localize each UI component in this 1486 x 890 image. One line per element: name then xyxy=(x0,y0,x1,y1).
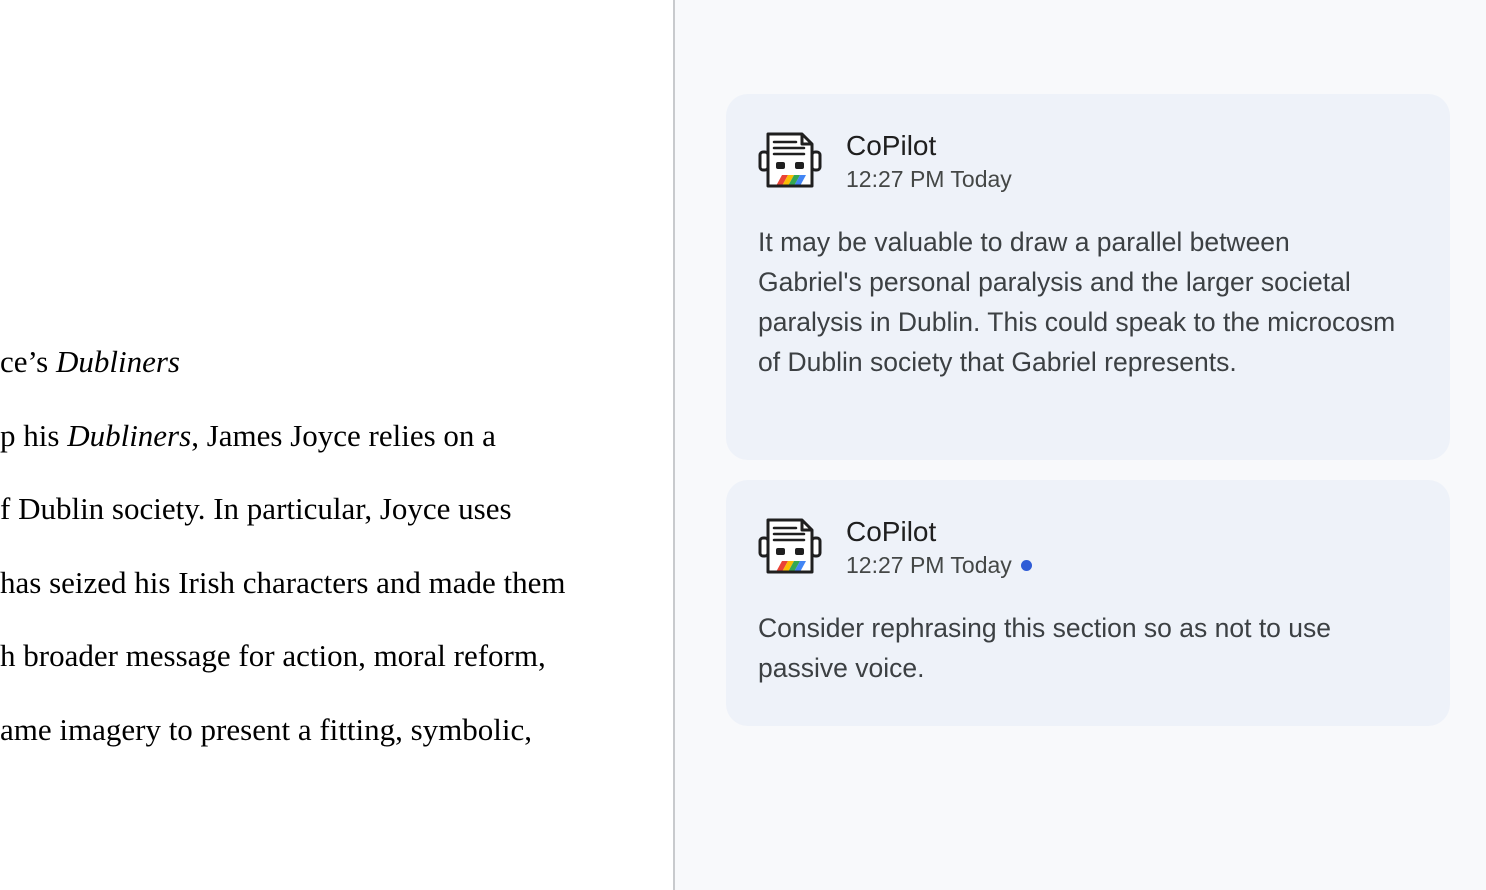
comment-body: Consider rephrasing this section so as n… xyxy=(758,613,1332,683)
document-text: , James Joyce relies on a xyxy=(191,418,496,453)
document-line[interactable]: p his Dubliners, James Joyce relies on a xyxy=(0,420,496,451)
document-line[interactable]: h broader message for action, moral refo… xyxy=(0,640,546,671)
comment-card[interactable]: CoPilot 12:27 PM Today Consider rephrasi… xyxy=(726,480,1450,726)
comment-timestamp: 12:27 PM Today xyxy=(846,554,1032,577)
document-text: has seized his Irish characters and made… xyxy=(0,565,566,600)
robot-document-icon xyxy=(758,518,822,574)
comment-time: 12:27 PM Today xyxy=(846,166,1012,192)
document-text: h broader message for action, moral refo… xyxy=(0,638,546,673)
document-line[interactable]: f Dublin society. In particular, Joyce u… xyxy=(0,493,512,524)
robot-document-icon xyxy=(758,132,822,188)
italic-title-text: Dubliners xyxy=(55,344,180,379)
comment-author: CoPilot xyxy=(846,516,937,547)
document-text: ame imagery to present a fitting, symbol… xyxy=(0,712,533,747)
document-text: f Dublin society. In particular, Joyce u… xyxy=(0,491,512,526)
document-page[interactable]: ce’s Dubliners p his Dubliners, James Jo… xyxy=(0,0,673,890)
comments-sidebar: CoPilot 12:27 PM Today It may be valuabl… xyxy=(675,0,1486,890)
unread-indicator xyxy=(1020,560,1032,571)
document-text: p his xyxy=(0,418,68,453)
comment-author: CoPilot xyxy=(846,130,937,161)
document-text: ce’s xyxy=(0,344,56,379)
document-line[interactable]: has seized his Irish characters and made… xyxy=(0,567,566,598)
comment-body: It may be valuable to draw a parallel be… xyxy=(758,227,1396,377)
comment-card[interactable]: CoPilot 12:27 PM Today It may be valuabl… xyxy=(726,94,1450,460)
document-line[interactable]: ce’s Dubliners xyxy=(0,346,180,377)
document-line[interactable]: ame imagery to present a fitting, symbol… xyxy=(0,714,532,745)
comment-time: 12:27 PM Today xyxy=(846,552,1012,578)
comment-timestamp: 12:27 PM Today xyxy=(846,168,1012,191)
italic-title-text: Dubliners xyxy=(67,418,192,453)
app-window: ce’s Dubliners p his Dubliners, James Jo… xyxy=(0,0,1486,890)
